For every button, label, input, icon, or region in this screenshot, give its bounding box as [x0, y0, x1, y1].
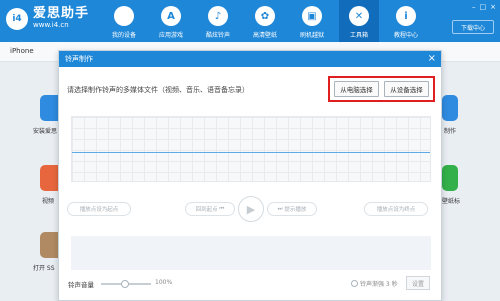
back-to-start-button[interactable]: 回到起点 ⏮	[185, 202, 235, 216]
select-from-computer-button[interactable]: 从电脑选择	[334, 81, 379, 97]
minimize-icon[interactable]: –	[472, 3, 476, 11]
apple-icon	[114, 6, 134, 26]
app-url: www.i4.cn	[33, 21, 69, 29]
bell-icon: ♪	[208, 6, 228, 26]
info-icon: i	[396, 6, 416, 26]
box-icon: ▣	[302, 6, 322, 26]
download-center-button[interactable]: 下载中心	[452, 20, 494, 34]
background-tool-label: 制作	[444, 128, 457, 135]
background-tool-label: 安装爱思	[33, 128, 58, 135]
fade-in-radio[interactable]	[351, 280, 358, 287]
settings-button[interactable]: 设置	[406, 276, 430, 290]
volume-slider-handle[interactable]	[121, 280, 129, 288]
nav-label: 酷炫铃声	[205, 32, 230, 39]
set-end-button[interactable]: 播放点设为终点	[364, 202, 428, 216]
volume-percent: 100%	[155, 279, 173, 286]
play-icon: ▶	[246, 202, 256, 216]
close-icon[interactable]: ×	[428, 53, 436, 65]
wallpaper-icon: ✿	[255, 6, 275, 26]
background-tool-label: 视频	[42, 198, 55, 205]
close-window-icon[interactable]: ×	[490, 3, 496, 11]
nav-label: 应用游戏	[158, 32, 183, 39]
play-button[interactable]: ▶	[238, 196, 264, 222]
ringtone-info-area	[71, 236, 431, 270]
app-store-icon: A	[161, 6, 181, 26]
logo-badge: i4	[6, 7, 28, 30]
select-from-device-button[interactable]: 从设备选择	[384, 81, 429, 97]
ringtone-maker-dialog: 铃声制作 × 请选择制作铃声的多媒体文件（视频、音乐、语音备忘录） 从电脑选择 …	[58, 50, 442, 301]
app-title: 爱思助手	[33, 6, 90, 21]
nav-tutorials[interactable]: i 教程中心	[386, 0, 426, 42]
main-nav: 我的设备 A 应用游戏 ♪ 酷炫铃声 ✿ 高清壁纸 ▣ 刷机越狱 ✕ 工具箱 i…	[104, 0, 433, 42]
fade-in-option[interactable]: 铃声渐强 3 秒	[351, 279, 398, 288]
app-logo: i4 爱思助手 www.i4.cn	[6, 7, 89, 30]
waveform-area[interactable]	[71, 116, 431, 182]
nav-wallpapers[interactable]: ✿ 高清壁纸	[245, 0, 285, 42]
background-tool-icon[interactable]	[442, 165, 458, 191]
dialog-title-bar: 铃声制作 ×	[59, 51, 441, 67]
window-controls: – □ ×	[472, 3, 496, 11]
nav-apps-games[interactable]: A 应用游戏	[151, 0, 191, 42]
dialog-title: 铃声制作	[65, 55, 93, 63]
back-to-start-label: 回到起点	[195, 207, 218, 213]
maximize-icon[interactable]: □	[480, 3, 487, 11]
tools-icon: ✕	[349, 6, 369, 26]
background-tool-label: 打开 SS	[33, 265, 55, 272]
nav-label: 我的设备	[111, 32, 136, 39]
nav-my-device[interactable]: 我的设备	[104, 0, 144, 42]
nav-ringtones[interactable]: ♪ 酷炫铃声	[198, 0, 238, 42]
background-tool-label: 壁纸标	[442, 198, 461, 205]
select-file-hint: 请选择制作铃声的多媒体文件（视频、音乐、语音备忘录）	[67, 86, 249, 94]
nav-label: 刷机越狱	[299, 32, 324, 39]
volume-row: 铃声音量 100% 铃声渐强 3 秒 设置	[59, 275, 441, 291]
nav-label: 高清壁纸	[252, 32, 277, 39]
nav-flash-jailbreak[interactable]: ▣ 刷机越狱	[292, 0, 332, 42]
top-bar: i4 爱思助手 www.i4.cn 我的设备 A 应用游戏 ♪ 酷炫铃声 ✿ 高…	[0, 0, 500, 42]
nav-toolbox[interactable]: ✕ 工具箱	[339, 0, 379, 42]
nav-label: 工具箱	[349, 32, 368, 39]
preview-button[interactable]: ⏭ 提示播放	[267, 202, 317, 216]
set-start-button[interactable]: 播放点设为起点	[67, 202, 131, 216]
preview-label: 提示播放	[284, 207, 307, 213]
volume-label: 铃声音量	[68, 281, 94, 289]
nav-label: 教程中心	[393, 32, 418, 39]
background-tool-icon[interactable]	[442, 95, 458, 121]
fade-in-label: 铃声渐强 3 秒	[360, 281, 398, 288]
waveform-baseline	[72, 152, 430, 153]
device-name[interactable]: iPhone	[10, 47, 34, 55]
